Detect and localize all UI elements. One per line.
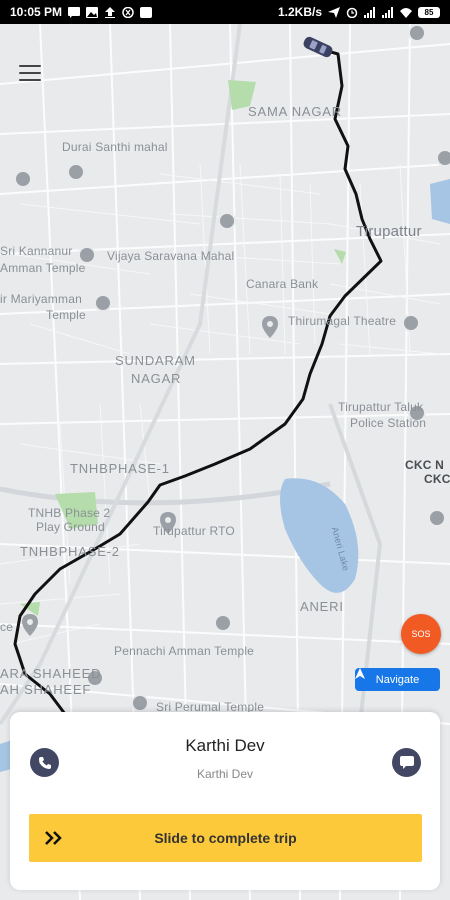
status-time: 10:05 PM (10, 5, 63, 19)
map-label-canara-bank: Canara Bank (246, 277, 319, 291)
map-label-ckc-1: CKC N (405, 458, 444, 472)
signal-icon (364, 6, 376, 18)
navigation-arrow-icon (355, 668, 365, 679)
poi-icon-top-right (408, 24, 426, 42)
map-label-tnhb-phase-2: TNHBPHASE-2 (20, 544, 120, 559)
map-label-taluk: Tirupattur Taluk (338, 400, 424, 414)
poi-icon-east (428, 509, 446, 527)
status-bar: 10:05 PM 1.2KB/s 85 (0, 0, 450, 24)
map-label-tnhb-playground-2: Play Ground (36, 520, 105, 534)
upload-icon (104, 6, 116, 18)
map-label-ce: ce (0, 620, 14, 634)
poi-icon-pink (402, 314, 420, 332)
message-button[interactable] (392, 748, 421, 777)
map-label-sundaram: SUNDARAM (115, 353, 196, 368)
navigate-label: Navigate (375, 673, 420, 686)
poi-icon-west (14, 170, 32, 188)
map-label-sama-nagar: SAMA NAGAR (248, 104, 342, 119)
notification-square-icon (140, 6, 153, 18)
battery-icon: 85 (418, 6, 440, 18)
map-label-mariyamman: ir Mariyamman (0, 292, 82, 306)
poi-icon-pennachi (214, 614, 232, 632)
alarm-icon (346, 7, 358, 18)
poi-icon-right (436, 149, 450, 167)
driver-subtitle: Karthi Dev (196, 767, 254, 781)
wifi-icon (400, 7, 412, 18)
image-icon (86, 6, 99, 18)
map-label-shaheed-2: AH SHAHEEF (0, 682, 92, 697)
send-icon (328, 6, 340, 18)
sos-button[interactable]: SOS (401, 614, 441, 654)
app-notification-icon (122, 6, 134, 18)
map-label-shaheed-1: ARA SHAHEED (0, 666, 102, 681)
map-label-nagar: NAGAR (131, 371, 182, 386)
theatre-pin-icon (262, 316, 278, 338)
slide-label: Slide to complete trip (154, 830, 297, 846)
map-label-police-station: Police Station (350, 416, 427, 430)
menu-icon[interactable] (19, 65, 41, 81)
map-label-thirumagal: Thirumagal Theatre (288, 314, 397, 328)
poi-icon-mariyamman (94, 294, 112, 312)
chat-icon (399, 756, 414, 769)
map-label-sri-kannanur: Sri Kannanur (0, 244, 73, 258)
poi-icon-vijaya (218, 212, 236, 230)
navigate-button[interactable]: Navigate (355, 668, 440, 691)
poi-icon-durai (67, 163, 85, 181)
map-label-tirupattur: Tirupattur (356, 223, 422, 240)
map-label-tnhb-playground-1: TNHB Phase 2 (28, 506, 111, 520)
slide-to-complete[interactable]: Slide to complete trip (29, 814, 422, 862)
map-label-ckc-2: CKC (424, 472, 450, 486)
network-speed: 1.2KB/s (277, 5, 322, 19)
trip-card: Karthi Dev Karthi Dev Slide to complete … (10, 712, 440, 890)
message-icon (68, 6, 81, 18)
map-label-rto: Tirupattur RTO (153, 524, 235, 538)
map-label-amman-temple: Amman Temple (0, 261, 86, 275)
map-label-pennachi: Pennachi Amman Temple (114, 644, 255, 658)
signal-icon-2 (382, 6, 394, 18)
map-label-tnhb-phase-1: TNHBPHASE-1 (70, 461, 170, 476)
map-label-durai-santhi: Durai Santhi mahal (62, 140, 168, 154)
map-label-temple: Temple (46, 308, 86, 322)
map-label-aneri: ANERI (300, 599, 344, 614)
map-label-vijaya-saravana: Vijaya Saravana Mahal (107, 249, 235, 263)
poi-icon-perumal (131, 694, 149, 712)
ce-pin-icon (22, 614, 38, 636)
driver-name: Karthi Dev (185, 736, 265, 755)
double-chevron-right-icon[interactable] (29, 814, 79, 862)
